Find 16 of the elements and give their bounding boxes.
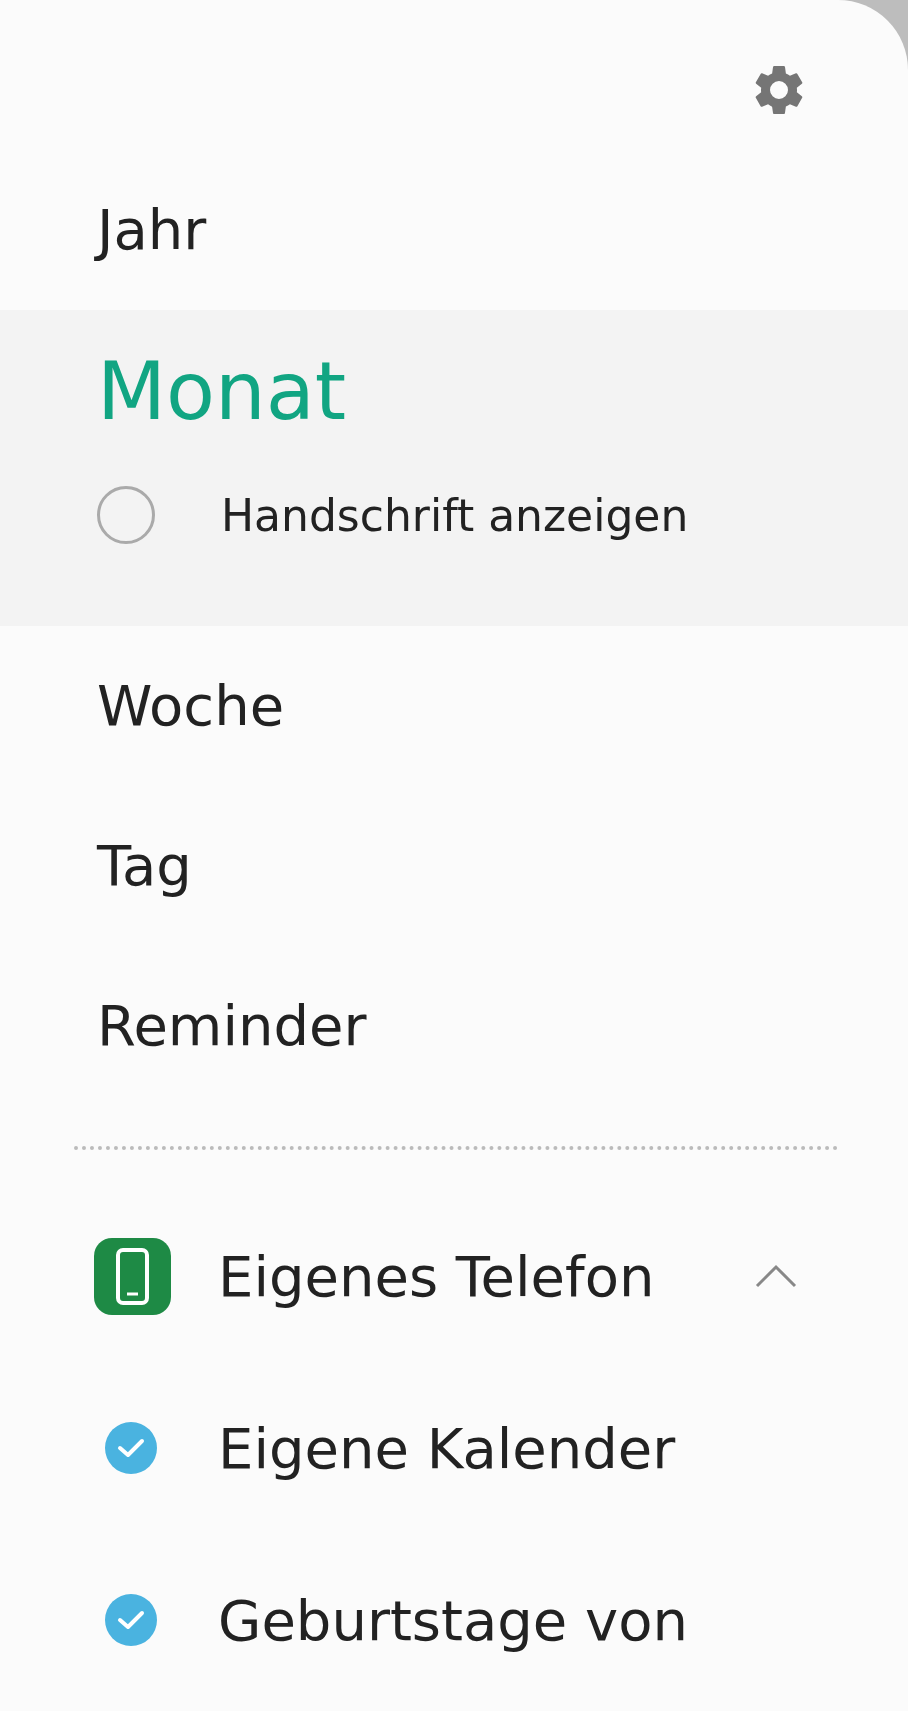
calendar-checkbox[interactable] — [105, 1422, 157, 1474]
view-menu-item[interactable]: Reminder — [0, 946, 908, 1106]
view-menu-item[interactable]: Monat Handschrift anzeigen — [0, 310, 908, 626]
calendar-name[interactable]: Eigene Kalender — [218, 1415, 676, 1481]
option-label: Handschrift anzeigen — [221, 489, 689, 541]
collapse-chevron-icon[interactable] — [755, 1264, 797, 1288]
checkmark-icon — [117, 1609, 145, 1631]
checkmark-icon — [117, 1437, 145, 1459]
view-menu-item[interactable]: Woche — [0, 626, 908, 786]
phone-icon — [94, 1237, 171, 1315]
view-menu-item[interactable]: Jahr — [0, 150, 908, 310]
calendar-name[interactable]: Geburtstage von — [218, 1587, 688, 1653]
calendar-checkbox[interactable] — [105, 1594, 157, 1646]
view-menu-item[interactable]: Tag — [0, 786, 908, 946]
account-name: Eigenes Telefon — [218, 1243, 656, 1309]
radio-button[interactable] — [97, 486, 155, 544]
